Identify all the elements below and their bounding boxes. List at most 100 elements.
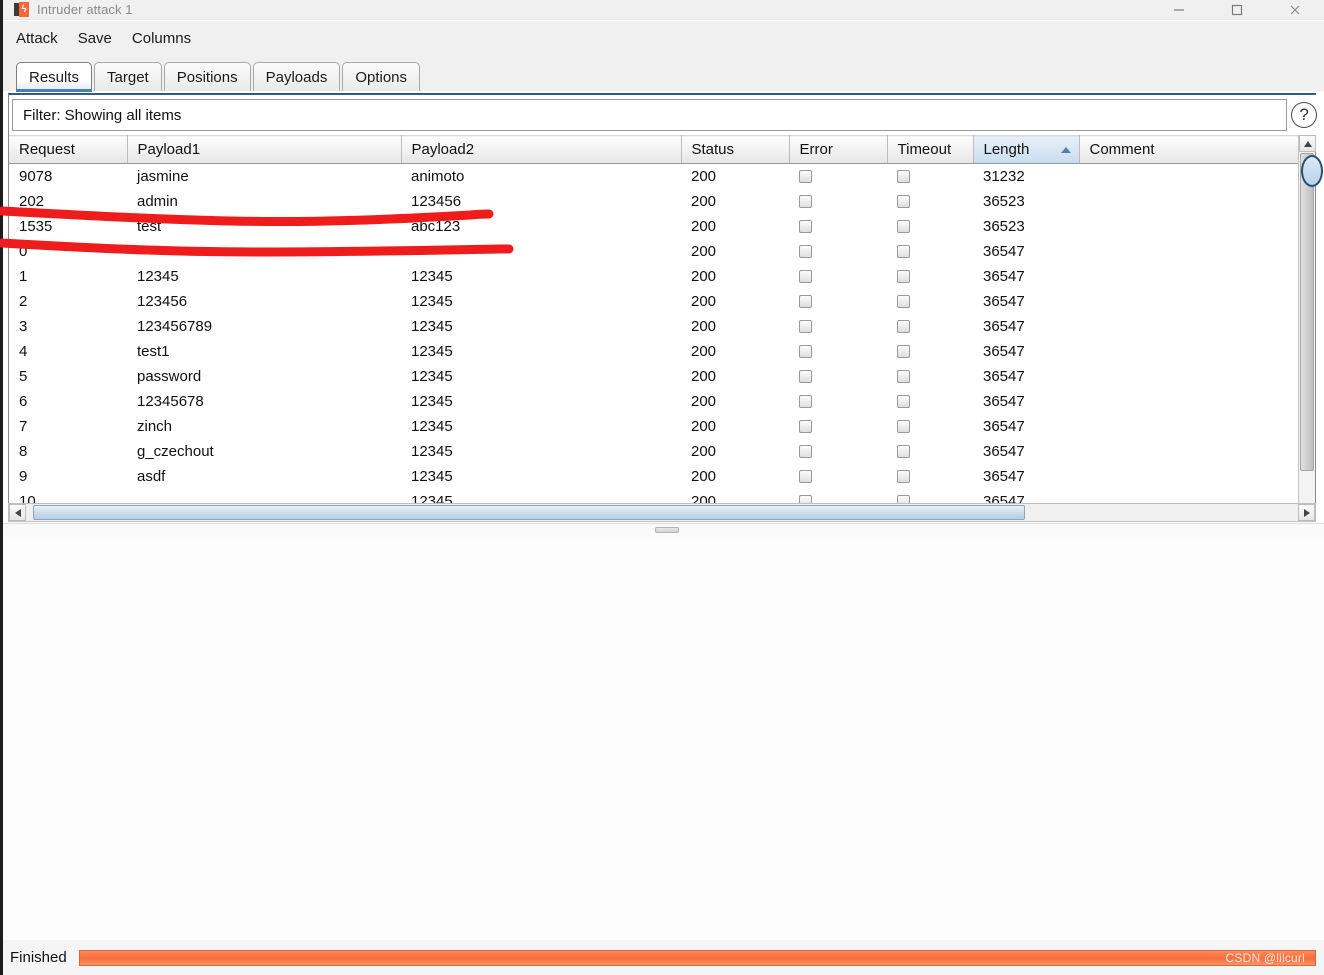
close-icon[interactable] xyxy=(1266,0,1324,20)
cell-payload1: 123456789 xyxy=(137,317,213,335)
tab-bar: Results Target Positions Payloads Option… xyxy=(0,55,1324,92)
table-row[interactable]: 202 admin 123456 200 36523 xyxy=(9,189,1299,214)
column-header-payload2[interactable]: Payload2 xyxy=(401,135,682,164)
timeout-checkbox-cell xyxy=(887,239,973,264)
error-checkbox[interactable] xyxy=(799,195,812,209)
error-checkbox[interactable] xyxy=(799,420,812,434)
table-row[interactable]: 0 200 36547 xyxy=(9,239,1299,264)
error-checkbox[interactable] xyxy=(799,170,812,184)
help-icon[interactable]: ? xyxy=(1291,102,1317,128)
column-header-error[interactable]: Error xyxy=(789,135,888,164)
table-row[interactable]: 5 password 12345 200 36547 xyxy=(9,364,1299,389)
table-row[interactable]: 8 g_czechout 12345 200 36547 xyxy=(9,439,1299,464)
attack-progress-fill xyxy=(79,950,1315,965)
menu-item-save[interactable]: Save xyxy=(76,28,114,49)
window-title: Intruder attack 1 xyxy=(37,2,133,17)
cell-comment xyxy=(1079,439,1299,464)
table-row[interactable]: 2 123456 12345 200 36547 xyxy=(9,289,1299,314)
cell-status: 200 xyxy=(691,417,717,435)
timeout-checkbox[interactable] xyxy=(897,195,910,209)
table-row[interactable]: 9078 jasmine animoto 200 31232 xyxy=(9,164,1299,189)
scroll-up-icon[interactable] xyxy=(1299,135,1316,152)
cell-comment xyxy=(1079,164,1299,189)
timeout-checkbox[interactable] xyxy=(897,445,910,459)
column-header-timeout[interactable]: Timeout xyxy=(887,135,974,164)
table-row[interactable]: 3 123456789 12345 200 36547 xyxy=(9,314,1299,339)
cell-request: 7 xyxy=(19,417,28,435)
error-checkbox[interactable] xyxy=(799,245,812,259)
tab-results[interactable]: Results xyxy=(16,62,93,92)
error-checkbox[interactable] xyxy=(799,345,812,359)
menu-item-attack[interactable]: Attack xyxy=(14,28,60,49)
error-checkbox[interactable] xyxy=(799,270,812,284)
timeout-checkbox[interactable] xyxy=(897,320,910,334)
request-response-pane xyxy=(0,537,1324,940)
tab-positions[interactable]: Positions xyxy=(163,62,251,91)
timeout-checkbox-cell xyxy=(887,464,973,489)
error-checkbox[interactable] xyxy=(799,470,812,484)
timeout-checkbox[interactable] xyxy=(897,420,910,434)
column-header-payload1[interactable]: Payload1 xyxy=(127,135,402,164)
cell-length: 36547 xyxy=(983,367,1025,385)
intruder-attack-window: ϟ Intruder attack 1 Attack Save Columns … xyxy=(0,0,1324,975)
timeout-checkbox-cell xyxy=(887,214,973,239)
results-horizontal-scrollbar[interactable] xyxy=(8,503,1316,522)
table-row[interactable]: 9 asdf 12345 200 36547 xyxy=(9,464,1299,489)
scroll-right-icon[interactable] xyxy=(1298,504,1315,521)
panel-splitter[interactable] xyxy=(0,523,1324,537)
table-row[interactable]: 4 test1 12345 200 36547 xyxy=(9,339,1299,364)
column-header-length[interactable]: Length xyxy=(973,135,1080,164)
cell-request: 202 xyxy=(19,192,45,210)
error-checkbox-cell xyxy=(789,264,887,289)
timeout-checkbox-cell xyxy=(887,339,973,364)
table-row[interactable]: 1 12345 12345 200 36547 xyxy=(9,264,1299,289)
table-row[interactable]: 7 zinch 12345 200 36547 xyxy=(9,414,1299,439)
table-row[interactable]: 1535 test abc123 200 36523 xyxy=(9,214,1299,239)
error-checkbox[interactable] xyxy=(799,220,812,234)
error-checkbox[interactable] xyxy=(799,295,812,309)
timeout-checkbox-cell xyxy=(887,289,973,314)
menu-item-columns[interactable]: Columns xyxy=(130,28,193,49)
timeout-checkbox[interactable] xyxy=(897,270,910,284)
timeout-checkbox[interactable] xyxy=(897,345,910,359)
column-header-comment[interactable]: Comment xyxy=(1079,135,1299,164)
vertical-scroll-thumb[interactable] xyxy=(1300,153,1314,471)
cell-request: 9078 xyxy=(19,167,53,185)
cell-request: 8 xyxy=(19,442,28,460)
tab-payloads[interactable]: Payloads xyxy=(252,62,341,91)
timeout-checkbox[interactable] xyxy=(897,370,910,384)
filter-row: Filter: Showing all items ? xyxy=(9,95,1317,135)
timeout-checkbox[interactable] xyxy=(897,295,910,309)
error-checkbox[interactable] xyxy=(799,370,812,384)
splitter-grip[interactable] xyxy=(655,527,679,533)
error-checkbox-cell xyxy=(789,189,887,214)
timeout-checkbox[interactable] xyxy=(897,395,910,409)
maximize-icon[interactable] xyxy=(1208,0,1266,20)
cell-payload1: test1 xyxy=(137,342,170,360)
timeout-checkbox[interactable] xyxy=(897,470,910,484)
timeout-checkbox[interactable] xyxy=(897,245,910,259)
column-header-status[interactable]: Status xyxy=(681,135,790,164)
results-vertical-scrollbar[interactable] xyxy=(1298,135,1323,521)
minimize-icon[interactable] xyxy=(1150,0,1208,20)
tab-options[interactable]: Options xyxy=(342,62,421,91)
timeout-checkbox[interactable] xyxy=(897,170,910,184)
tab-target[interactable]: Target xyxy=(94,62,162,91)
timeout-checkbox[interactable] xyxy=(897,220,910,234)
error-checkbox-cell xyxy=(789,239,887,264)
cell-status: 200 xyxy=(691,392,717,410)
cell-request: 1535 xyxy=(19,217,53,235)
error-checkbox-cell xyxy=(789,339,887,364)
scroll-left-icon[interactable] xyxy=(9,504,26,521)
error-checkbox[interactable] xyxy=(799,320,812,334)
cell-payload2: abc123 xyxy=(411,217,461,235)
table-row[interactable]: 6 12345678 12345 200 36547 xyxy=(9,389,1299,414)
column-header-request[interactable]: Request xyxy=(9,135,128,164)
cell-comment xyxy=(1079,314,1299,339)
horizontal-scroll-thumb[interactable] xyxy=(33,505,1025,520)
filter-bar[interactable]: Filter: Showing all items xyxy=(12,99,1288,131)
error-checkbox[interactable] xyxy=(799,445,812,459)
sort-ascending-icon xyxy=(1060,146,1071,153)
error-checkbox[interactable] xyxy=(799,395,812,409)
status-bar: Finished CSDN @lilcurl xyxy=(0,940,1324,975)
